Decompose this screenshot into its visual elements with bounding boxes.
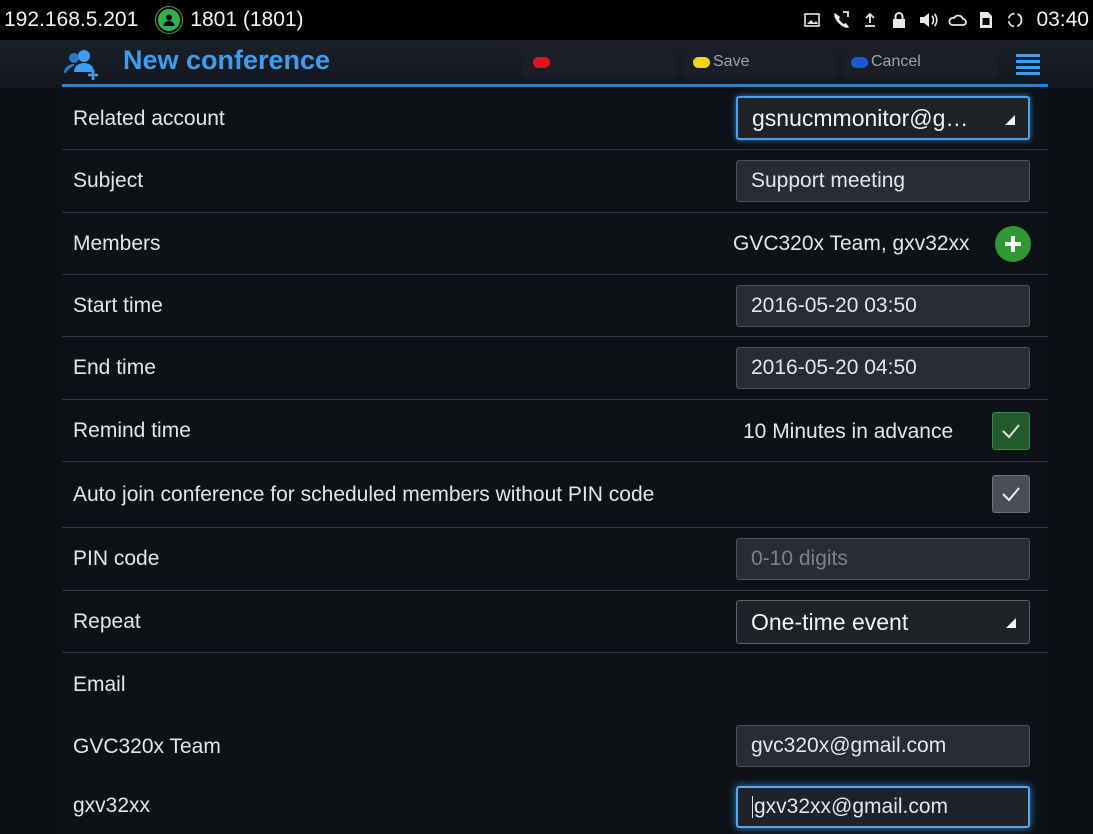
- plus-icon: [1005, 236, 1021, 252]
- repeat-value: One-time event: [751, 608, 909, 635]
- email-input[interactable]: gxv32xx@gmail.com: [736, 786, 1030, 828]
- start-time-row: Start time 2016-05-20 03:50: [62, 275, 1048, 337]
- action-bar: New conference Save Cancel: [0, 40, 1093, 88]
- remind-time-checkbox[interactable]: [992, 412, 1030, 450]
- sync-icon: [1005, 9, 1025, 31]
- checkmark-icon: [1002, 424, 1020, 439]
- repeat-label: Repeat: [73, 609, 141, 633]
- start-time-value: 2016-05-20 03:50: [751, 294, 917, 317]
- pin-code-placeholder: 0-10 digits: [751, 547, 848, 570]
- pin-code-input[interactable]: 0-10 digits: [736, 538, 1030, 580]
- remind-time-value: 10 Minutes in advance: [743, 420, 954, 443]
- ip-address: 192.168.5.201: [4, 8, 139, 31]
- title-underline: [62, 84, 1048, 87]
- email-input[interactable]: gvc320x@gmail.com: [736, 725, 1030, 767]
- image-icon: [802, 9, 822, 31]
- subject-label: Subject: [73, 169, 144, 192]
- cancel-label: Cancel: [871, 53, 921, 70]
- subject-input[interactable]: Support meeting: [736, 160, 1030, 202]
- upload-icon: [860, 9, 880, 31]
- blue-key-icon: [851, 56, 868, 68]
- clock: 03:40: [1036, 8, 1089, 31]
- start-time-label: Start time: [73, 293, 163, 317]
- related-account-value: gsnucmmonitor@g…: [752, 104, 969, 131]
- email-entry-row: gxv32xx gxv32xx@gmail.com: [62, 778, 1048, 834]
- remind-time-row: Remind time 10 Minutes in advance: [62, 400, 1048, 462]
- account-label: 1801 (1801): [190, 8, 304, 31]
- dropdown-triangle-icon: [1006, 618, 1016, 628]
- subject-value: Support meeting: [751, 169, 906, 192]
- end-time-field[interactable]: 2016-05-20 04:50: [736, 347, 1030, 389]
- page-title: New conference: [123, 45, 331, 75]
- remind-time-label: Remind time: [73, 418, 191, 442]
- members-value: GVC320x Team, gxv32xx: [733, 232, 970, 255]
- email-value: gvc320x@gmail.com: [751, 734, 947, 757]
- add-group-icon: [63, 48, 103, 80]
- pin-code-row: PIN code 0-10 digits: [62, 528, 1048, 591]
- auto-join-row: Auto join conference for scheduled membe…: [62, 462, 1048, 528]
- email-label: Email: [73, 672, 126, 696]
- checkmark-icon: [1002, 487, 1020, 502]
- cloud-icon: [947, 9, 968, 31]
- auto-join-label: Auto join conference for scheduled membe…: [73, 482, 655, 506]
- end-time-value: 2016-05-20 04:50: [751, 356, 917, 379]
- red-key-icon: [533, 56, 550, 68]
- account-status-icon: [156, 7, 183, 33]
- end-time-row: End time 2016-05-20 04:50: [62, 337, 1048, 400]
- start-time-field[interactable]: 2016-05-20 03:50: [736, 285, 1030, 327]
- call-forward-icon: [831, 9, 851, 31]
- subject-row: Subject Support meeting: [62, 150, 1048, 213]
- members-row: Members GVC320x Team, gxv32xx: [62, 213, 1048, 275]
- repeat-row: Repeat One-time event: [62, 591, 1048, 653]
- lock-icon: [889, 9, 909, 31]
- email-entry-row: GVC320x Team gvc320x@gmail.com: [62, 716, 1048, 778]
- save-button[interactable]: Save: [683, 45, 837, 79]
- dropdown-triangle-icon: [1005, 115, 1015, 125]
- cancel-button[interactable]: Cancel: [844, 45, 998, 79]
- repeat-select[interactable]: One-time event: [736, 600, 1030, 644]
- add-member-button[interactable]: [995, 226, 1031, 262]
- conference-form: Related account gsnucmmonitor@g… Subject…: [62, 88, 1048, 834]
- related-account-label: Related account: [73, 106, 225, 130]
- text-cursor: [752, 796, 753, 818]
- menu-icon[interactable]: [1016, 54, 1040, 75]
- sim-icon: [976, 9, 996, 31]
- members-label: Members: [73, 231, 161, 255]
- related-account-select[interactable]: gsnucmmonitor@g…: [736, 96, 1030, 140]
- save-label: Save: [713, 53, 750, 70]
- email-value: gxv32xx@gmail.com: [754, 795, 949, 818]
- email-entry-name: GVC320x Team: [73, 735, 221, 758]
- auto-join-checkbox[interactable]: [992, 475, 1030, 513]
- end-time-label: End time: [73, 356, 156, 379]
- pin-code-label: PIN code: [73, 547, 160, 570]
- related-account-row: Related account gsnucmmonitor@g…: [62, 88, 1048, 150]
- red-softkey-button[interactable]: [522, 45, 676, 79]
- email-entry-name: gxv32xx: [73, 794, 151, 817]
- status-bar: 192.168.5.201 1801 (1801) 03:40: [0, 0, 1093, 40]
- yellow-key-icon: [693, 56, 710, 68]
- volume-icon: [918, 9, 938, 31]
- email-row: Email: [62, 653, 1048, 716]
